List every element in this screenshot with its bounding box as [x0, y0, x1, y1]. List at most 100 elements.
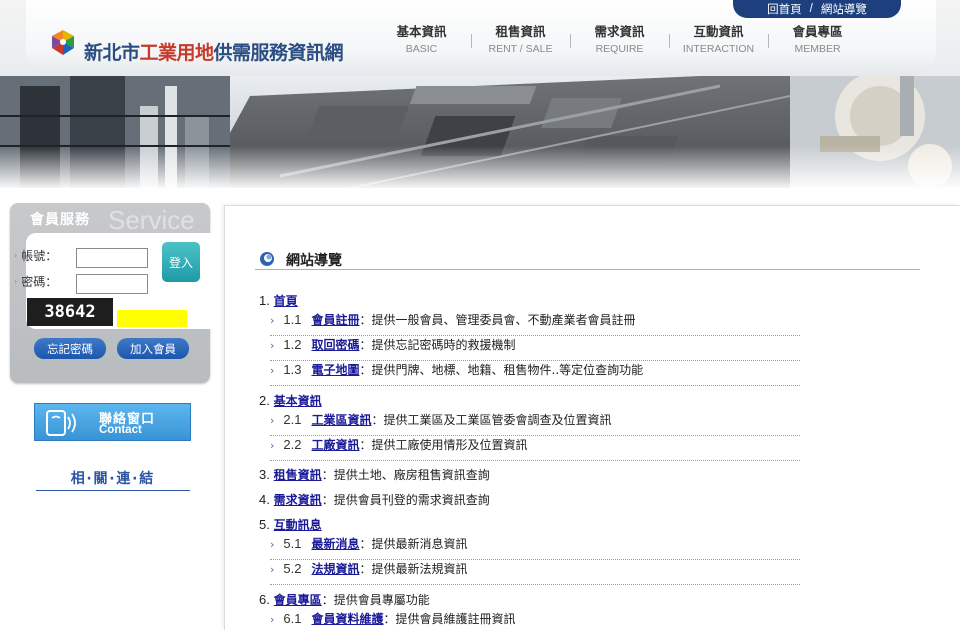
sitemap-item-require: 4. 需求資訊：提供會員刊登的需求資訊查詢 [259, 491, 490, 508]
sitemap-item-rent-sale: 3. 租售資訊：提供土地、廠房租售資訊查詢 [259, 466, 490, 483]
sitemap-subnumber: 5.2 [283, 561, 302, 576]
page-title: 網站導覽 [286, 253, 342, 269]
password-row: › 密碼： [14, 273, 57, 290]
account-input[interactable] [76, 248, 148, 268]
nav-label: 互動資訊 [693, 24, 744, 39]
sitemap-number: 2. [259, 393, 270, 408]
chevron-right-icon: › [270, 538, 275, 551]
sitemap-link[interactable]: 互動訊息 [274, 518, 322, 532]
sitemap-item-member: 6. 會員專區：提供會員專屬功能 [259, 591, 430, 608]
sitemap-link[interactable]: 首頁 [274, 294, 298, 308]
join-member-button[interactable]: 加入會員 [117, 338, 189, 359]
nav-label: 基本資訊 [396, 24, 447, 39]
sitemap-description: ：提供工廠使用情形及位置資訊 [359, 438, 528, 452]
forgot-password-button[interactable]: 忘記密碼 [34, 338, 106, 359]
home-link[interactable]: 回首頁 [767, 1, 802, 17]
sitemap-subitem: › 2.1 工業區資訊：提供工業區及工業區管委會調查及位置資訊 [270, 411, 800, 436]
related-links-heading: 相‧關‧連‧結 [36, 468, 190, 491]
chevron-right-icon: › [270, 414, 275, 427]
nav-label: 會員專區 [792, 24, 843, 39]
sitemap-subitem: › 6.1 會員資料維護：提供會員維護註冊資訊 [270, 610, 800, 630]
sitemap-description: ：提供最新法規資訊 [359, 562, 468, 576]
bullet-arrow-icon: › [14, 251, 18, 260]
title-divider [255, 269, 920, 270]
chevron-right-icon: › [270, 439, 275, 452]
sitemap-link[interactable]: 會員專區 [274, 593, 322, 607]
nav-sublabel: REQUIRE [595, 43, 644, 55]
site-title-part1: 新北市 [84, 42, 140, 64]
sitemap-link[interactable]: 需求資訊 [274, 493, 322, 507]
account-label: 帳號： [21, 249, 58, 263]
site-logo-icon[interactable] [50, 28, 76, 58]
sitemap-link[interactable]: 基本資訊 [274, 394, 322, 408]
chevron-right-icon: › [270, 563, 275, 576]
sitemap-description: ：提供會員維護註冊資訊 [383, 612, 516, 626]
nav-sublabel: INTERACTION [682, 43, 755, 55]
login-panel-watermark: Service [108, 205, 195, 235]
sitemap-subitem: › 1.2 取回密碼：提供忘記密碼時的救援機制 [270, 336, 800, 361]
nav-item-member[interactable]: 會員專區 MEMBER [768, 24, 867, 58]
sitemap-description: ：提供會員刊登的需求資訊查詢 [321, 493, 490, 507]
nav-sublabel: MEMBER [794, 43, 841, 55]
password-label: 密碼： [21, 275, 58, 289]
nav-item-basic[interactable]: 基本資訊 BASIC [372, 24, 471, 58]
captcha-code: 38642 [44, 302, 96, 322]
sitemap-link[interactable]: 取回密碼 [311, 338, 359, 352]
sitemap-link[interactable]: 法規資訊 [311, 562, 359, 576]
chevron-right-icon: › [270, 364, 275, 377]
sitemap-subnumber: 1.2 [283, 337, 302, 352]
sitemap-link[interactable]: 會員資料維護 [311, 612, 383, 626]
sitemap-subitem: › 5.2 法規資訊：提供最新法規資訊 [270, 560, 800, 585]
sitemap-link[interactable]: 租售資訊 [274, 468, 322, 482]
nav-item-require[interactable]: 需求資訊 REQUIRE [570, 24, 669, 58]
sitemap-description: ：提供土地、廠房租售資訊查詢 [321, 468, 490, 482]
sitemap-subnumber: 6.1 [283, 611, 302, 626]
sitemap-subitem: › 5.1 最新消息：提供最新消息資訊 [270, 535, 800, 560]
sitemap-link[interactable]: 最新消息 [311, 537, 359, 551]
section-swirl-icon [260, 252, 274, 266]
login-panel-title: 會員服務 [30, 212, 90, 228]
chevron-right-icon: › [270, 613, 275, 626]
sitemap-number: 6. [259, 592, 270, 607]
banner-illustration [0, 76, 960, 188]
sitemap-subnumber: 1.3 [283, 362, 302, 377]
sitemap-link[interactable]: 工業區資訊 [311, 413, 371, 427]
sitemap-link[interactable]: 會員註冊 [311, 313, 359, 327]
chevron-right-icon: › [270, 339, 275, 352]
contact-button[interactable]: 聯絡窗口 Contact [34, 403, 191, 441]
sitemap-link[interactable]: 網站導覽 [821, 1, 867, 17]
site-title-highlight: 工業用地 [139, 42, 215, 64]
site-header: 回首頁 / 網站導覽 新北市工業用地供需服務資訊網 基本資訊 BASIC 租售資… [0, 0, 960, 76]
sitemap-number: 3. [259, 467, 270, 482]
sitemap-subitem: › 1.1 會員註冊：提供一般會員、管理委員會、不動產業者會員註冊 [270, 311, 800, 336]
bullet-arrow-icon: › [14, 277, 18, 286]
sitemap-description: ：提供工業區及工業區管委會調查及位置資訊 [371, 413, 612, 427]
chevron-right-icon: › [270, 314, 275, 327]
login-button[interactable]: 登入 [162, 242, 200, 282]
nav-item-rent-sale[interactable]: 租售資訊 RENT / SALE [471, 24, 570, 58]
nav-item-interaction[interactable]: 互動資訊 INTERACTION [669, 24, 768, 58]
captcha-input[interactable] [117, 310, 187, 327]
sitemap-number: 5. [259, 517, 270, 532]
sitemap-subnumber: 5.1 [283, 536, 302, 551]
contact-phone-icon [46, 410, 76, 436]
site-title[interactable]: 新北市工業用地供需服務資訊網 [84, 38, 344, 65]
sitemap-number: 1. [259, 293, 270, 308]
sitemap-subnumber: 2.2 [283, 437, 302, 452]
nav-sublabel: BASIC [405, 43, 438, 55]
sitemap-link[interactable]: 工廠資訊 [311, 438, 359, 452]
sitemap-link[interactable]: 電子地圖 [311, 363, 359, 377]
password-input[interactable] [76, 274, 148, 294]
account-row: › 帳號： [14, 247, 57, 264]
sitemap-description: ：提供最新消息資訊 [359, 537, 468, 551]
sitemap-item-basic: 2. 基本資訊 [259, 392, 322, 409]
top-links-separator: / [809, 3, 813, 15]
sitemap-description: ：提供忘記密碼時的救援機制 [359, 338, 516, 352]
sitemap-item-interaction: 5. 互動訊息 [259, 516, 322, 533]
site-title-part3: 供需服務資訊網 [213, 42, 344, 64]
sitemap-subnumber: 1.1 [283, 312, 302, 327]
contact-sublabel: Contact [99, 424, 142, 436]
top-links-bar: 回首頁 / 網站導覽 [733, 0, 901, 18]
industrial-banner-image [0, 76, 960, 188]
sitemap-subitem: › 1.3 電子地圖：提供門牌、地標、地籍、租售物件..等定位查詢功能 [270, 361, 800, 386]
